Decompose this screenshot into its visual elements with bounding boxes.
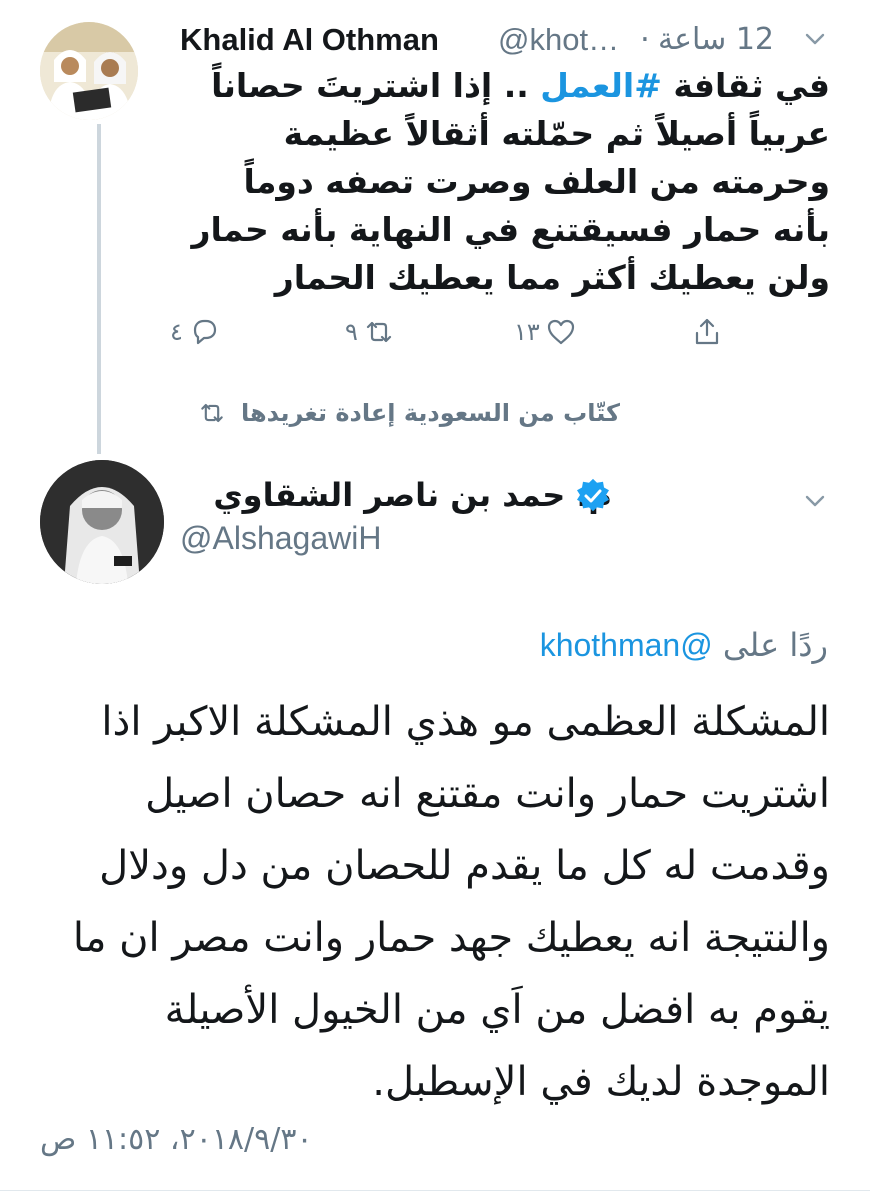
retweet-icon (366, 321, 391, 343)
tweet2-timestamp[interactable]: ٢٠١٨/٩/٣٠، ١١:٥٢ ص (40, 1122, 313, 1157)
retweeted-by-note[interactable]: كتّاب من السعودية إعادة تغريدها (130, 393, 620, 433)
tweet1-time[interactable]: 12 ساعة (658, 22, 774, 57)
replying-to-line: ردًا على @khothman (540, 626, 828, 664)
tweet2-handle[interactable]: @AlshagawiH (180, 520, 381, 557)
tweet1-separator: · (640, 22, 650, 58)
avatar-hamad-alshagawi[interactable] (40, 460, 164, 584)
tweet2-text: المشكلة العظمى مو هذي المشكلة الاكبر اذا… (72, 699, 830, 1105)
like-icon (547, 319, 574, 345)
hashtag-link[interactable]: #العمل (540, 66, 662, 105)
replying-to-label: ردًا على (722, 626, 828, 664)
chevron-down-icon[interactable] (800, 24, 830, 54)
verified-badge-icon (577, 478, 609, 512)
chevron-down-icon[interactable] (800, 486, 830, 516)
reply-button[interactable]: ٤ (170, 312, 221, 352)
avatar-photo-1 (40, 22, 138, 120)
tweet1-text-prefix: في ثقافة (661, 66, 830, 105)
reply-count: ٤ (170, 318, 183, 346)
like-count: ١٣ (514, 318, 540, 346)
tweet1-handle[interactable]: @khot… (498, 22, 619, 58)
replying-to-mention[interactable]: @khothman (540, 627, 713, 663)
retweeted-by-text: كتّاب من السعودية إعادة تغريدها (240, 399, 620, 427)
tweet1-display-name[interactable]: Khalid Al Othman (180, 22, 439, 58)
avatar-khalid-al-othman[interactable] (40, 22, 138, 120)
divider (0, 1190, 870, 1191)
reply-icon (193, 319, 216, 345)
thread-connector-line (97, 124, 101, 454)
share-icon (695, 318, 719, 345)
tweet1-header: Khalid Al Othman @khot… · 12 ساعة (180, 22, 830, 62)
tweet2-display-name[interactable]: م. حمد بن ناصر الشقاوي (213, 476, 612, 514)
tweet1-text: في ثقافة #العمل .. إذا اشتريتَ حصاناً عر… (175, 62, 830, 302)
share-button[interactable] (690, 312, 724, 352)
like-button[interactable]: ١٣ (514, 312, 578, 352)
retweet-button[interactable]: ٩ (345, 312, 396, 352)
retweet-icon (201, 404, 223, 422)
avatar-photo-2 (40, 460, 164, 584)
retweet-count: ٩ (345, 318, 358, 346)
